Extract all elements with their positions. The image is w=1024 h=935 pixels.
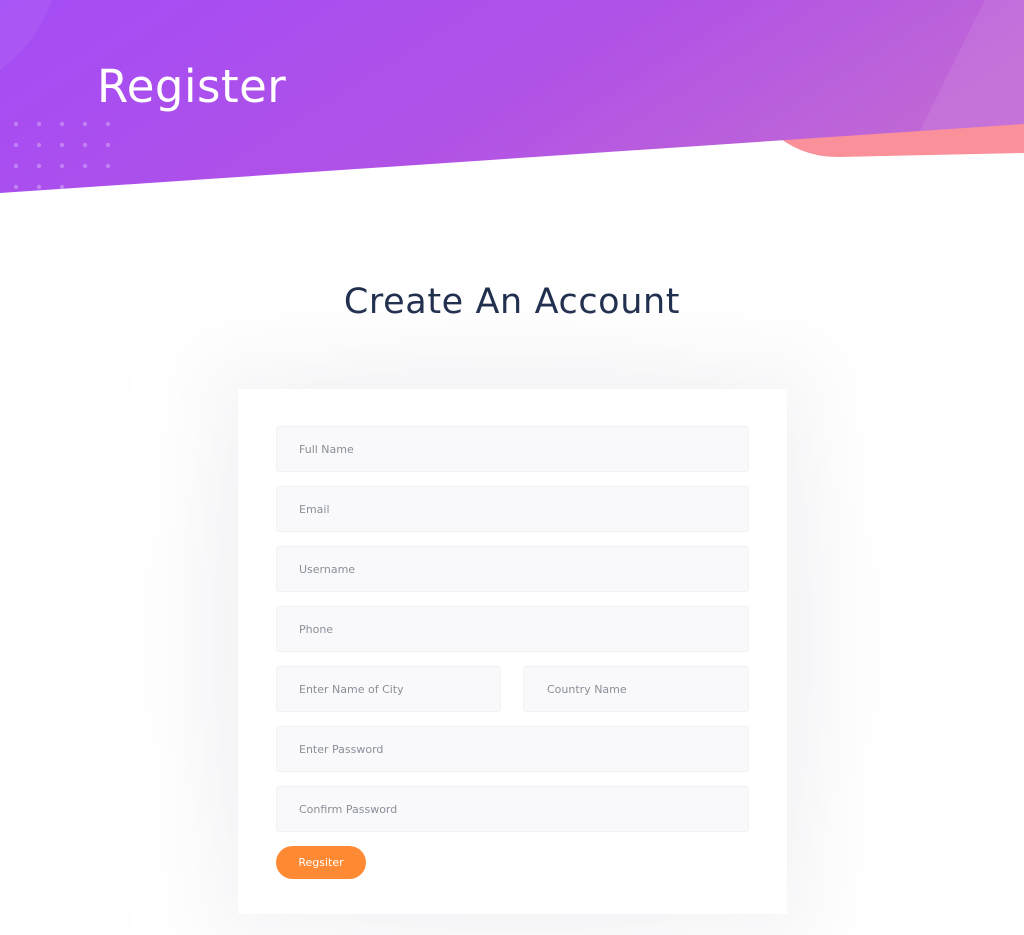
- email-input[interactable]: [276, 486, 749, 532]
- full-name-input[interactable]: [276, 426, 749, 472]
- section-heading: Create An Account: [343, 282, 681, 322]
- phone-input[interactable]: [276, 606, 749, 652]
- register-button[interactable]: Regsiter: [276, 846, 366, 879]
- hero-banner: Register: [0, 0, 1024, 200]
- country-input[interactable]: [523, 666, 749, 712]
- register-page: Register Create An Account Regsiter: [0, 0, 1024, 935]
- confirm-password-input[interactable]: [276, 786, 749, 832]
- page-title: Register: [97, 60, 287, 113]
- username-input[interactable]: [276, 546, 749, 592]
- city-input[interactable]: [276, 666, 501, 712]
- password-input[interactable]: [276, 726, 749, 772]
